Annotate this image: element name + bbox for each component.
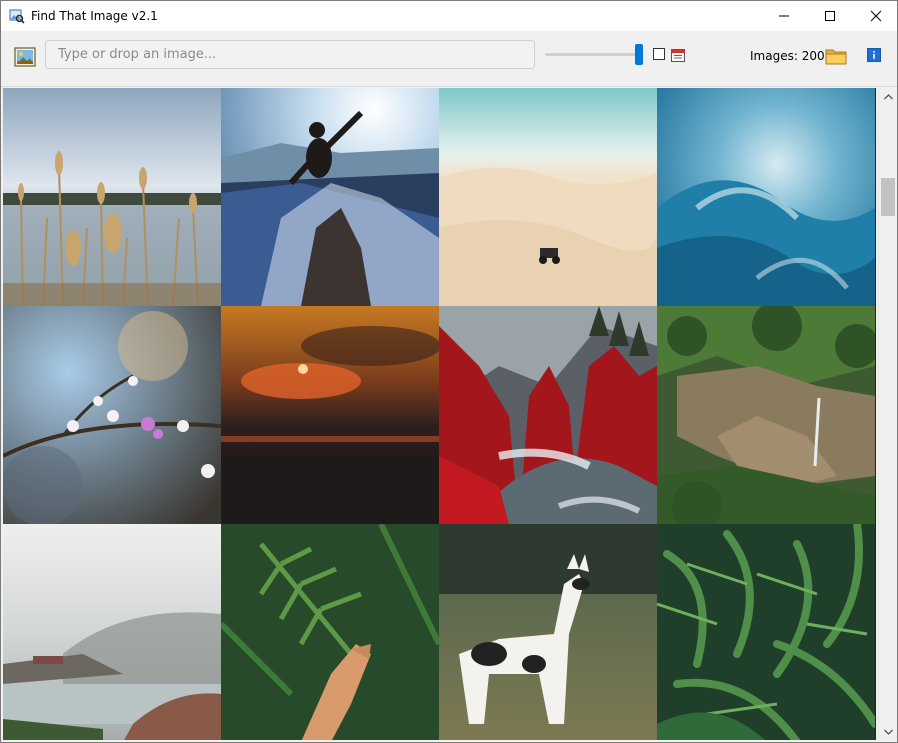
- mountain-summit-image: [221, 88, 439, 306]
- vertical-scrollbar[interactable]: [878, 88, 897, 740]
- info-icon[interactable]: [867, 48, 881, 62]
- title-bar: Find That Image v2.1: [1, 1, 897, 31]
- maximize-button[interactable]: [807, 1, 853, 31]
- blossom-branch-image: [3, 306, 221, 524]
- thumbnail-size-slider-track[interactable]: [545, 53, 643, 56]
- image-thumbnail-canyon-waterfall[interactable]: [657, 306, 875, 524]
- toolbar: Images: 200: [1, 31, 897, 87]
- palm-leaves-image: [657, 524, 875, 740]
- filter-checkbox[interactable]: [653, 48, 665, 60]
- image-thumbnail-red-forest-river[interactable]: [439, 306, 657, 524]
- search-field[interactable]: [45, 40, 535, 69]
- picture-icon[interactable]: [14, 47, 36, 67]
- red-forest-river-image: [439, 306, 657, 524]
- app-window: Find That Image v2.1 Type or drop an ima…: [0, 0, 898, 743]
- minimize-icon: [779, 15, 789, 17]
- scroll-up-arrow-icon: [883, 93, 893, 99]
- search-input[interactable]: [56, 46, 524, 63]
- image-thumbnail-misty-lake[interactable]: [3, 524, 221, 740]
- image-thumbnail-palm-leaves[interactable]: [657, 524, 875, 740]
- canyon-waterfall-image: [657, 306, 875, 524]
- image-thumbnail-desert-dunes[interactable]: [439, 88, 657, 306]
- maximize-icon: [825, 11, 835, 21]
- scroll-up-button[interactable]: [879, 88, 897, 105]
- calendar-icon[interactable]: [671, 48, 685, 62]
- close-icon: [870, 10, 882, 22]
- image-thumbnail-blossom-branch[interactable]: [3, 306, 221, 524]
- close-button[interactable]: [853, 1, 897, 31]
- hand-fern-image: [221, 524, 439, 740]
- image-thumbnail-lake-reeds[interactable]: [3, 88, 221, 306]
- thumbnail-size-slider-thumb[interactable]: [635, 44, 643, 65]
- ocean-wave-image: [657, 88, 875, 306]
- folder-icon[interactable]: [825, 47, 847, 65]
- minimize-button[interactable]: [761, 1, 807, 31]
- image-thumbnail-sunset-beach[interactable]: [221, 306, 439, 524]
- images-count-label: Images: 200: [750, 49, 825, 63]
- llama-image: [439, 524, 657, 740]
- image-search-icon: [9, 9, 25, 24]
- lake-reeds-image: [3, 88, 221, 306]
- sunset-beach-image: [221, 306, 439, 524]
- image-gallery: [3, 88, 876, 740]
- scroll-down-arrow-icon: [883, 729, 893, 735]
- image-thumbnail-mountain-summit[interactable]: [221, 88, 439, 306]
- image-thumbnail-llama[interactable]: [439, 524, 657, 740]
- image-thumbnail-hand-fern[interactable]: [221, 524, 439, 740]
- misty-lake-image: [3, 524, 221, 740]
- image-thumbnail-ocean-wave[interactable]: [657, 88, 875, 306]
- window-title: Find That Image v2.1: [31, 9, 158, 23]
- scroll-down-button[interactable]: [879, 723, 897, 740]
- scrollbar-thumb[interactable]: [881, 178, 895, 216]
- desert-dunes-image: [439, 88, 657, 306]
